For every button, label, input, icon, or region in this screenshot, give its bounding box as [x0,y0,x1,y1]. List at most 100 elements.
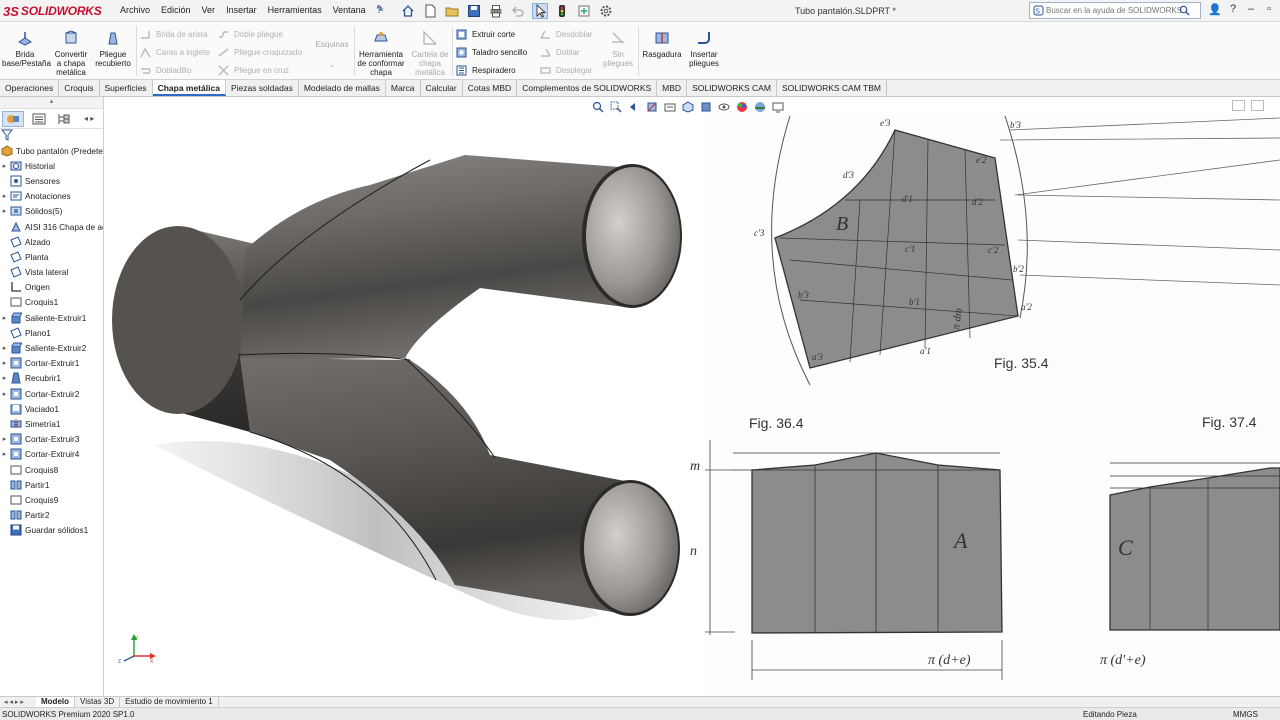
print-icon[interactable] [488,3,504,19]
pliegue-recubierto-button[interactable]: Pliegue recubierto [94,30,132,68]
tree-item-24[interactable]: Partir2 [0,508,103,523]
new-document-icon[interactable] [422,3,438,19]
menu-ver[interactable]: Ver [202,5,216,15]
tab-piezas-soldadas[interactable]: Piezas soldadas [226,80,299,96]
pliegue-cruz-button[interactable]: Pliegue en cruz [218,64,289,76]
tab-solidworks-cam[interactable]: SOLIDWORKS CAM [687,80,777,96]
sin-pliegues-button[interactable]: Sin pliegues [600,30,636,68]
home-icon[interactable] [400,3,416,19]
tree-item-1[interactable]: ▸ Historial [0,158,103,173]
esquinas-button[interactable]: Esquinas ⌄ [312,40,352,70]
apply-scene-icon[interactable] [752,100,767,113]
tree-item-4[interactable]: ▸ Sólidos(5) [0,204,103,219]
pliegue-croquizado-button[interactable]: Pliegue croquizado [218,46,302,58]
desplegar-button[interactable]: Desplegar [540,64,592,76]
open-folder-icon[interactable] [444,3,460,19]
tree-item-16[interactable]: ▸ Cortar-Extruir2 [0,386,103,401]
menu-insertar[interactable]: Insertar [226,5,257,15]
search-icon[interactable] [1179,5,1190,16]
tree-item-0[interactable]: Tubo pantalón (Predeterminado) [0,143,103,158]
previous-view-icon[interactable] [626,100,641,113]
menu-herramientas[interactable]: Herramientas [268,5,322,15]
cartela-button[interactable]: Cartela de chapa metálica [410,30,450,77]
insertar-pliegues-button[interactable]: Insertar pliegues [685,30,723,68]
tab-chapa-metálica[interactable]: Chapa metálica [152,80,226,96]
bottom-tab-2[interactable]: Estudio de movimiento 1 [120,696,219,708]
tree-item-8[interactable]: Vista lateral [0,265,103,280]
expand-arrow-icon[interactable]: ▸ [0,314,9,322]
restore-icon[interactable]: ▫ [1261,3,1277,16]
expand-arrow-icon[interactable]: ▸ [0,450,9,458]
tree-item-17[interactable]: Vaciado1 [0,401,103,416]
save-icon[interactable] [466,3,482,19]
doblar-button[interactable]: Doblar [540,46,580,58]
user-icon[interactable]: 👤 [1207,3,1223,16]
gear-icon[interactable] [598,3,614,19]
view-orientation-icon[interactable] [680,100,695,113]
solidworks-logo[interactable]: 3S SOLIDWORKS [3,3,102,19]
select-arrow-icon[interactable] [532,3,548,19]
tree-item-7[interactable]: Planta [0,249,103,264]
dobladillo-button[interactable]: Dobladillo [140,64,191,76]
tree-item-13[interactable]: ▸ Saliente-Extruir2 [0,340,103,355]
viewport-maximize-icon[interactable] [1251,100,1264,111]
tree-item-14[interactable]: ▸ Cortar-Extruir1 [0,356,103,371]
tree-item-18[interactable]: Simetría1 [0,416,103,431]
expand-arrow-icon[interactable]: ▸ [0,374,9,382]
desdoblar-button[interactable]: Desdoblar [540,28,592,40]
bottom-tab-1[interactable]: Vistas 3D [75,696,121,708]
menu-archivo[interactable]: Archivo [120,5,150,15]
tab-mbd[interactable]: MBD [657,80,688,96]
expand-arrow-icon[interactable]: ▸ [0,192,9,200]
tab-operaciones[interactable]: Operaciones [0,80,60,96]
tree-item-12[interactable]: Plano1 [0,325,103,340]
configuration-manager-tab-icon[interactable] [54,111,76,127]
tab-superficies[interactable]: Superficies [100,80,153,96]
bottom-tab-0[interactable]: Modelo [36,696,75,708]
hide-show-items-icon[interactable] [716,100,731,113]
tree-item-23[interactable]: Croquis9 [0,492,103,507]
expand-arrow-icon[interactable]: ▸ [0,390,9,398]
tree-item-10[interactable]: Croquis1 [0,295,103,310]
tab-croquis[interactable]: Croquis [59,80,100,96]
tree-item-19[interactable]: ▸ Cortar-Extruir3 [0,432,103,447]
tab-scroll-arrows-icon[interactable]: ◂ ◂ ▸ ▸ [0,698,36,706]
extruir-corte-button[interactable]: Extruir corte [456,28,515,40]
caras-inglete-button[interactable]: Caras a inglete [140,46,210,58]
tree-item-6[interactable]: Alzado [0,234,103,249]
zoom-to-area-icon[interactable] [608,100,623,113]
undo-icon[interactable] [510,3,526,19]
zoom-to-fit-icon[interactable] [590,100,605,113]
viewport-split-icon[interactable] [1232,100,1245,111]
pin-icon[interactable]: ✎ [376,4,384,15]
dynamic-annotation-icon[interactable] [662,100,677,113]
minimize-icon[interactable]: – [1243,3,1259,16]
edit-appearance-icon[interactable] [734,100,749,113]
tree-item-21[interactable]: Croquis8 [0,462,103,477]
brida-arista-button[interactable]: Brida de arista [140,28,208,40]
menu-edicion[interactable]: Edición [161,5,191,15]
section-view-icon[interactable] [644,100,659,113]
feature-tree-tab-icon[interactable] [2,110,24,127]
tab-cotas-mbd[interactable]: Cotas MBD [463,80,518,96]
property-manager-tab-icon[interactable] [28,111,50,127]
rasgadura-button[interactable]: Rasgadura [641,30,683,59]
expand-arrow-icon[interactable]: ▸ [0,344,9,352]
brida-base-button[interactable]: Brida base/Pestaña [2,30,51,68]
tab-marca[interactable]: Marca [386,80,421,96]
tree-item-15[interactable]: ▸ Recubrir1 [0,371,103,386]
doble-pliegue-button[interactable]: Doble pliegue [218,28,283,40]
panel-scroll-arrows-icon[interactable]: ◂ ▸ [79,111,99,127]
view-settings-icon[interactable] [770,100,785,113]
filter-icon[interactable] [0,129,103,143]
tab-calcular[interactable]: Calcular [421,80,463,96]
tree-item-25[interactable]: Guardar sólidos1 [0,523,103,538]
expand-arrow-icon[interactable]: ▸ [0,207,9,215]
expand-arrow-icon[interactable]: ▸ [0,162,9,170]
convertir-chapa-button[interactable]: Convertir a chapa metálica [52,30,90,77]
tree-item-9[interactable]: Origen [0,280,103,295]
herramienta-conformar-button[interactable]: Herramienta de conformar chapa [356,30,406,77]
graphics-area[interactable]: Fig. 35.4 B π dm e'3 b'3 d'3 e'2 d'1 d'2… [104,97,1280,696]
respiradero-button[interactable]: Respiradero [456,64,516,76]
expand-arrow-icon[interactable]: ▸ [0,435,9,443]
